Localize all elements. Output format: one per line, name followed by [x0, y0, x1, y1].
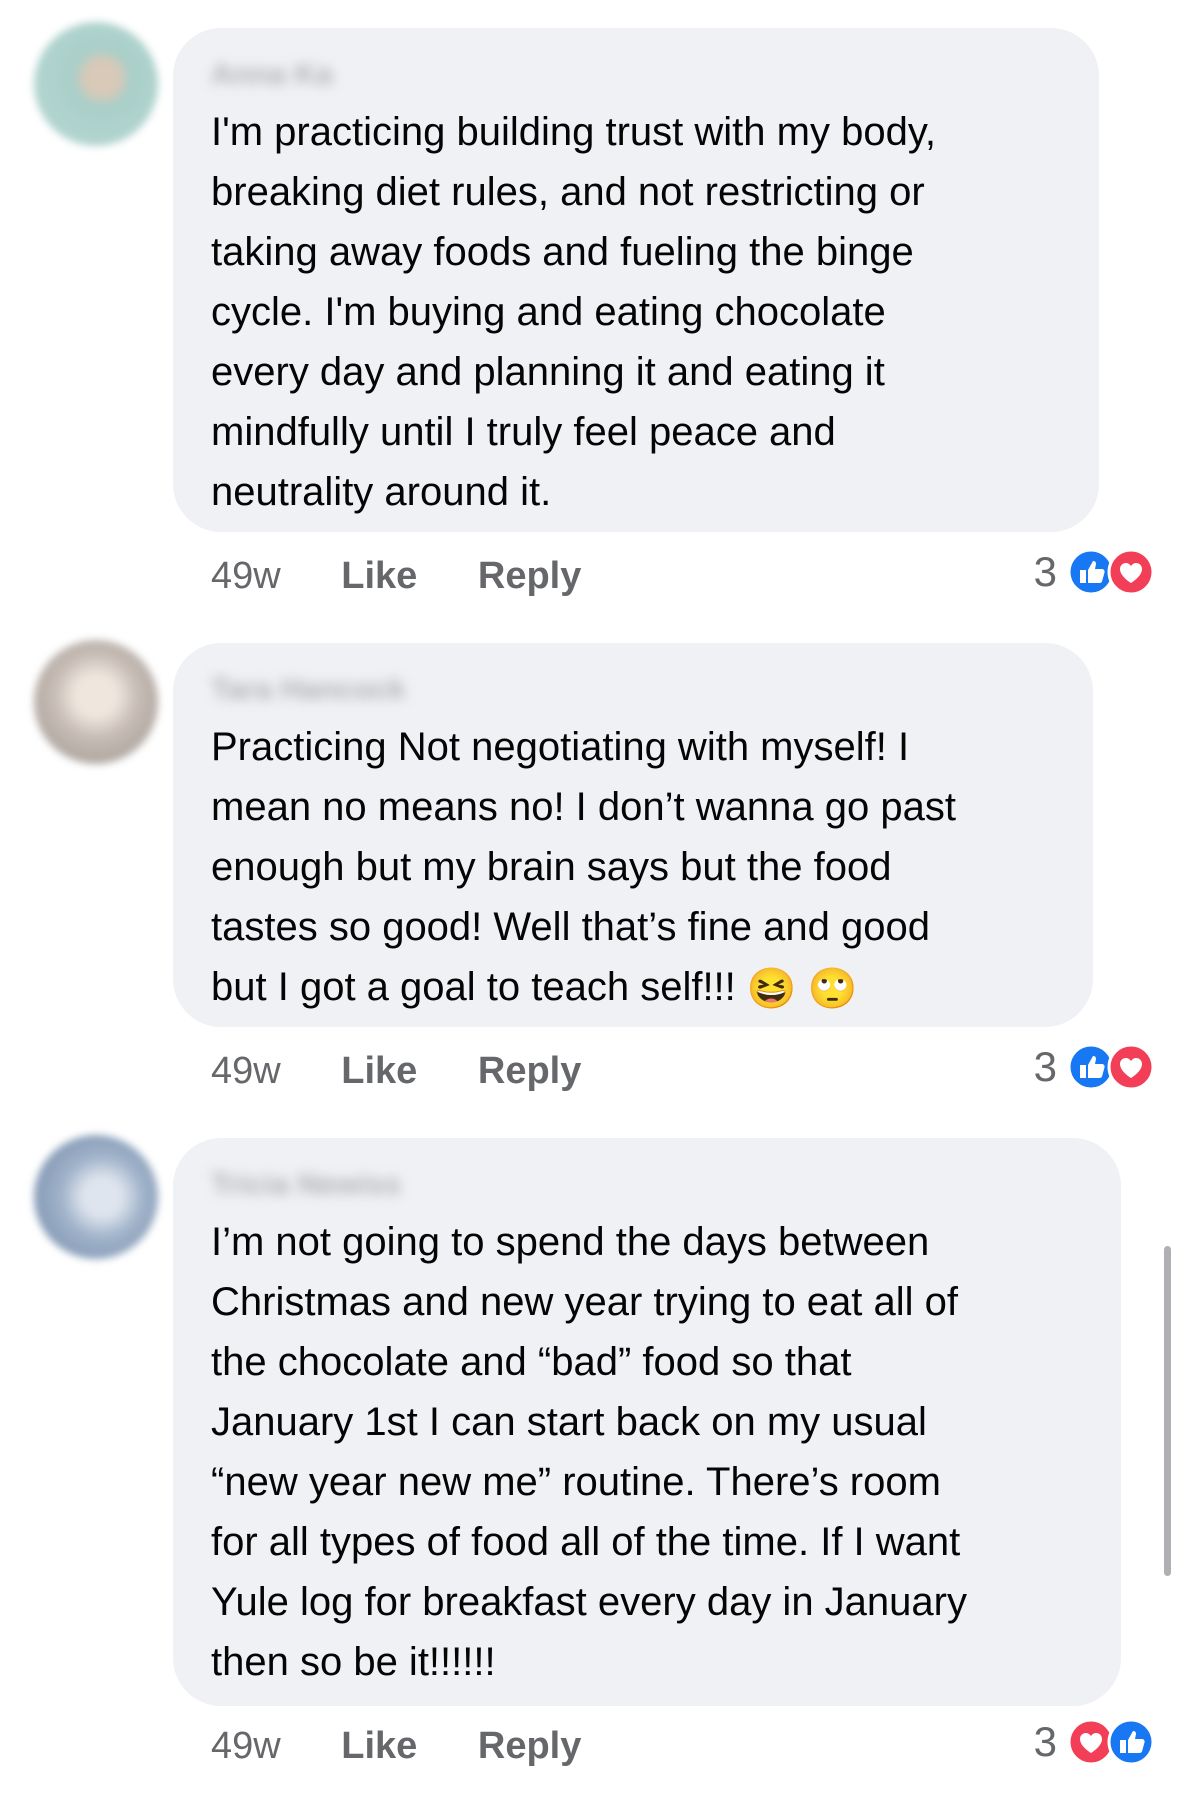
timestamp[interactable]: 49w [211, 555, 281, 598]
comment-actions: 49w Like Reply [211, 555, 631, 598]
reply-button[interactable]: Reply [478, 555, 581, 598]
reactions-summary[interactable]: 3 [1034, 1716, 1155, 1768]
comment-actions: 49w Like Reply [211, 1050, 631, 1093]
reply-button[interactable]: Reply [478, 1050, 581, 1093]
eye-roll-emoji: 🙄 [807, 967, 858, 1012]
timestamp[interactable]: 49w [211, 1050, 281, 1093]
comment-text: I’m not going to spend the days between … [211, 1220, 967, 1684]
reaction-count: 3 [1033, 1043, 1057, 1090]
love-icon [1107, 548, 1155, 596]
timestamp[interactable]: 49w [211, 1725, 281, 1768]
scrollbar[interactable] [1164, 1246, 1171, 1576]
like-button[interactable]: Like [341, 1725, 417, 1768]
reaction-count: 3 [1033, 548, 1057, 595]
like-icon [1107, 1718, 1155, 1766]
avatar[interactable] [34, 640, 158, 764]
love-icon [1107, 1043, 1155, 1091]
avatar[interactable] [34, 22, 158, 146]
author-name[interactable]: Tricia Newiss [211, 1168, 1085, 1206]
like-button[interactable]: Like [341, 555, 417, 598]
author-name[interactable]: Tara Hancock [211, 673, 1057, 711]
like-button[interactable]: Like [341, 1050, 417, 1093]
comment-bubble: Tricia Newiss I’m not going to spend the… [173, 1138, 1121, 1706]
comment-text: Practicing Not negotiating with myself! … [211, 717, 1057, 1019]
comment-text: I'm practicing building trust with my bo… [211, 110, 936, 514]
reply-button[interactable]: Reply [478, 1725, 581, 1768]
reactions-summary[interactable]: 3 [1034, 546, 1155, 598]
comment-bubble: Anna Ka I'm practicing building trust wi… [173, 28, 1099, 532]
reaction-count: 3 [1033, 1718, 1057, 1765]
reactions-summary[interactable]: 3 [1034, 1041, 1155, 1093]
avatar[interactable] [34, 1135, 158, 1259]
grinning-squinting-face-emoji: 😆 [746, 967, 797, 1012]
comment-actions: 49w Like Reply [211, 1725, 631, 1768]
comment-bubble: Tara Hancock Practicing Not negotiating … [173, 643, 1093, 1027]
author-name[interactable]: Anna Ka [211, 58, 1063, 96]
